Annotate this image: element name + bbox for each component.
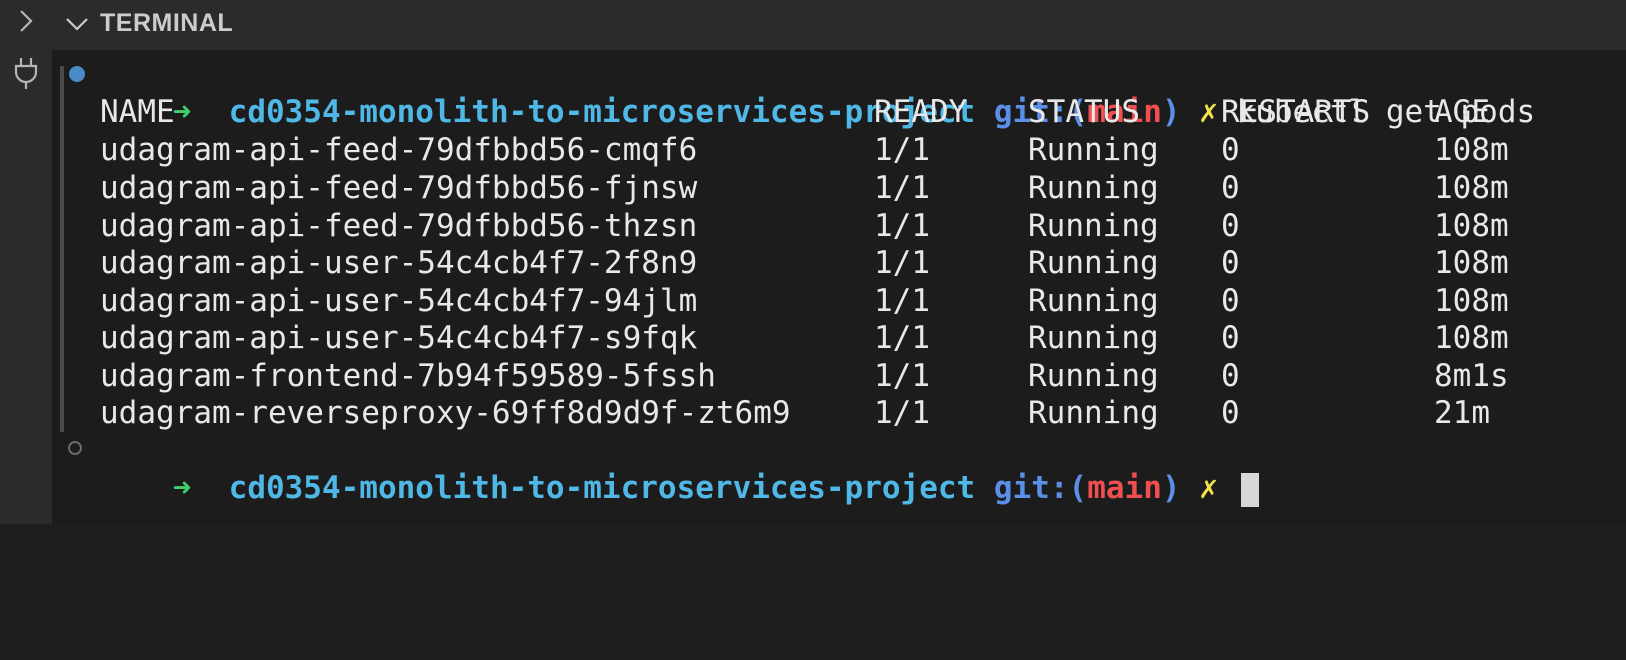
pod-ready: 1/1 <box>874 320 930 356</box>
prompt-branch: main <box>1087 470 1162 506</box>
table-row: udagram-reverseproxy-69ff8d9d9f-zt6m9 1/… <box>98 394 1626 432</box>
prompt-arrow: ➜ <box>172 470 192 506</box>
header-name: NAME <box>100 94 175 130</box>
pod-ready: 1/1 <box>874 395 930 431</box>
pod-status: Running <box>1028 395 1159 431</box>
activity-bar <box>0 0 52 524</box>
pod-status: Running <box>1028 170 1159 206</box>
header-age: AGE <box>1434 94 1490 130</box>
terminal-panel-header: TERMINAL <box>52 0 1626 50</box>
pod-restarts: 0 <box>1221 358 1240 394</box>
pod-name: udagram-frontend-7b94f59589-5fssh <box>100 358 716 394</box>
prompt-branch-open: ( <box>1068 470 1088 506</box>
plug-icon[interactable] <box>0 56 52 94</box>
pod-status: Running <box>1028 208 1159 244</box>
pod-name: udagram-api-user-54c4cb4f7-2f8n9 <box>100 245 698 281</box>
table-row: udagram-frontend-7b94f59589-5fssh 1/1 Ru… <box>98 357 1626 395</box>
pod-name: udagram-api-user-54c4cb4f7-94jlm <box>100 283 698 319</box>
pod-status: Running <box>1028 245 1159 281</box>
pod-age: 21m <box>1434 395 1490 431</box>
pod-status: Running <box>1028 358 1159 394</box>
prompt-line: ➜ cd0354-monolith-to-microservices-proje… <box>98 55 1536 130</box>
prompt-git-label: git: <box>993 470 1069 506</box>
pod-name: udagram-api-user-54c4cb4f7-s9fqk <box>100 320 698 356</box>
pod-ready: 1/1 <box>874 132 930 168</box>
pod-restarts: 0 <box>1221 132 1240 168</box>
command-pending-dot-icon[interactable] <box>68 441 82 455</box>
pod-restarts: 0 <box>1221 170 1240 206</box>
pod-status: Running <box>1028 283 1159 319</box>
pod-age: 108m <box>1434 208 1509 244</box>
table-header: NAME READY STATUS RESTARTS AGE <box>98 93 1626 131</box>
table-row: udagram-api-user-54c4cb4f7-s9fqk 1/1 Run… <box>98 319 1626 357</box>
panel-title[interactable]: TERMINAL <box>100 9 233 38</box>
header-ready: READY <box>874 94 968 130</box>
pod-age: 108m <box>1434 320 1509 356</box>
chevron-right-icon[interactable] <box>0 6 52 40</box>
pod-age: 108m <box>1434 132 1509 168</box>
pod-age: 108m <box>1434 283 1509 319</box>
prompt-branch-close: ) <box>1161 470 1181 506</box>
command-decoration-bar <box>60 66 64 432</box>
pod-restarts: 0 <box>1221 245 1240 281</box>
table-row: udagram-api-user-54c4cb4f7-94jlm 1/1 Run… <box>98 282 1626 320</box>
pod-age: 108m <box>1434 245 1509 281</box>
pod-status: Running <box>1028 320 1159 356</box>
pod-ready: 1/1 <box>874 283 930 319</box>
pod-restarts: 0 <box>1221 395 1240 431</box>
prompt-line: ➜ cd0354-monolith-to-microservices-proje… <box>98 431 1259 507</box>
table-row: udagram-api-feed-79dfbbd56-fjnsw 1/1 Run… <box>98 169 1626 207</box>
pod-restarts: 0 <box>1221 320 1240 356</box>
pod-restarts: 0 <box>1221 283 1240 319</box>
command-success-dot-icon[interactable] <box>69 66 85 82</box>
header-restarts: RESTARTS <box>1221 94 1371 130</box>
pod-name: udagram-api-feed-79dfbbd56-cmqf6 <box>100 132 698 168</box>
header-status: STATUS <box>1028 94 1140 130</box>
terminal-output[interactable]: ➜ cd0354-monolith-to-microservices-proje… <box>52 50 1626 524</box>
pod-ready: 1/1 <box>874 170 930 206</box>
table-row: udagram-api-feed-79dfbbd56-thzsn 1/1 Run… <box>98 207 1626 245</box>
pod-name: udagram-reverseproxy-69ff8d9d9f-zt6m9 <box>100 395 791 431</box>
pod-name: udagram-api-feed-79dfbbd56-thzsn <box>100 208 698 244</box>
terminal-cursor[interactable] <box>1240 472 1259 507</box>
chevron-down-icon[interactable] <box>64 10 88 32</box>
pod-age: 108m <box>1434 170 1509 206</box>
table-row: udagram-api-feed-79dfbbd56-cmqf6 1/1 Run… <box>98 131 1626 169</box>
pod-restarts: 0 <box>1221 208 1240 244</box>
pod-ready: 1/1 <box>874 208 930 244</box>
prompt-directory: cd0354-monolith-to-microservices-project <box>228 470 976 506</box>
pod-ready: 1/1 <box>874 245 930 281</box>
pod-name: udagram-api-feed-79dfbbd56-fjnsw <box>100 170 698 206</box>
pod-ready: 1/1 <box>874 358 930 394</box>
pod-status: Running <box>1028 132 1159 168</box>
prompt-dirty-marker: ✗ <box>1199 470 1218 506</box>
table-row: udagram-api-user-54c4cb4f7-2f8n9 1/1 Run… <box>98 244 1626 282</box>
pod-age: 8m1s <box>1434 358 1509 394</box>
